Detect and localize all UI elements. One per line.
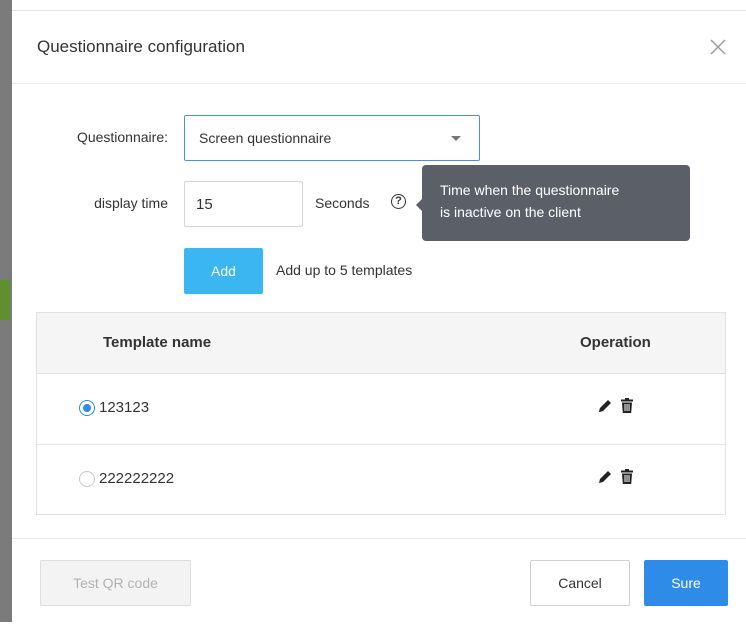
row-operations [596,397,636,415]
row-operations [596,468,636,486]
tooltip-line-2: is inactive on the client [440,204,581,220]
column-header-operation: Operation [580,334,651,351]
template-name: 222222222 [99,470,175,487]
templates-table: Template name Operation 123123 222222222 [36,312,726,515]
pencil-icon[interactable] [596,397,614,415]
tooltip-arrow [416,199,422,211]
questionnaire-select[interactable]: Screen questionnaire [184,115,480,161]
template-radio[interactable] [79,471,95,487]
column-header-template-name: Template name [103,334,212,351]
template-radio[interactable] [79,400,95,416]
table-header: Template name Operation [37,313,725,374]
questionnaire-label: Questionnaire: [76,129,168,145]
trash-icon[interactable] [618,397,636,415]
table-row: 123123 [37,374,725,445]
add-template-button[interactable]: Add [184,248,263,294]
test-qr-code-button: Test QR code [40,560,191,606]
chevron-down-icon [451,136,461,141]
display-time-input[interactable] [184,181,303,227]
display-time-label: display time [94,195,168,211]
sure-button[interactable]: Sure [644,560,728,606]
cancel-button[interactable]: Cancel [530,560,630,606]
seconds-label: Seconds [315,195,370,211]
dialog-title: Questionnaire configuration [37,37,245,56]
dialog-footer: Test QR code Cancel Sure [12,538,746,624]
trash-icon[interactable] [618,468,636,486]
add-templates-hint: Add up to 5 templates [276,262,413,278]
questionnaire-config-dialog: Questionnaire configuration Questionnair… [12,10,746,623]
dialog-header: Questionnaire configuration [12,11,746,84]
table-row: 222222222 [37,445,725,515]
display-time-tooltip: Time when the questionnaire is inactive … [416,165,690,241]
tooltip-line-1: Time when the questionnaire [440,182,620,198]
template-name: 123123 [99,399,150,416]
background-page-strip [0,0,12,622]
close-icon[interactable] [708,37,728,57]
pencil-icon[interactable] [596,468,614,486]
questionnaire-select-value: Screen questionnaire [199,130,332,146]
help-icon[interactable]: ? [391,194,406,209]
background-accent [0,280,10,320]
